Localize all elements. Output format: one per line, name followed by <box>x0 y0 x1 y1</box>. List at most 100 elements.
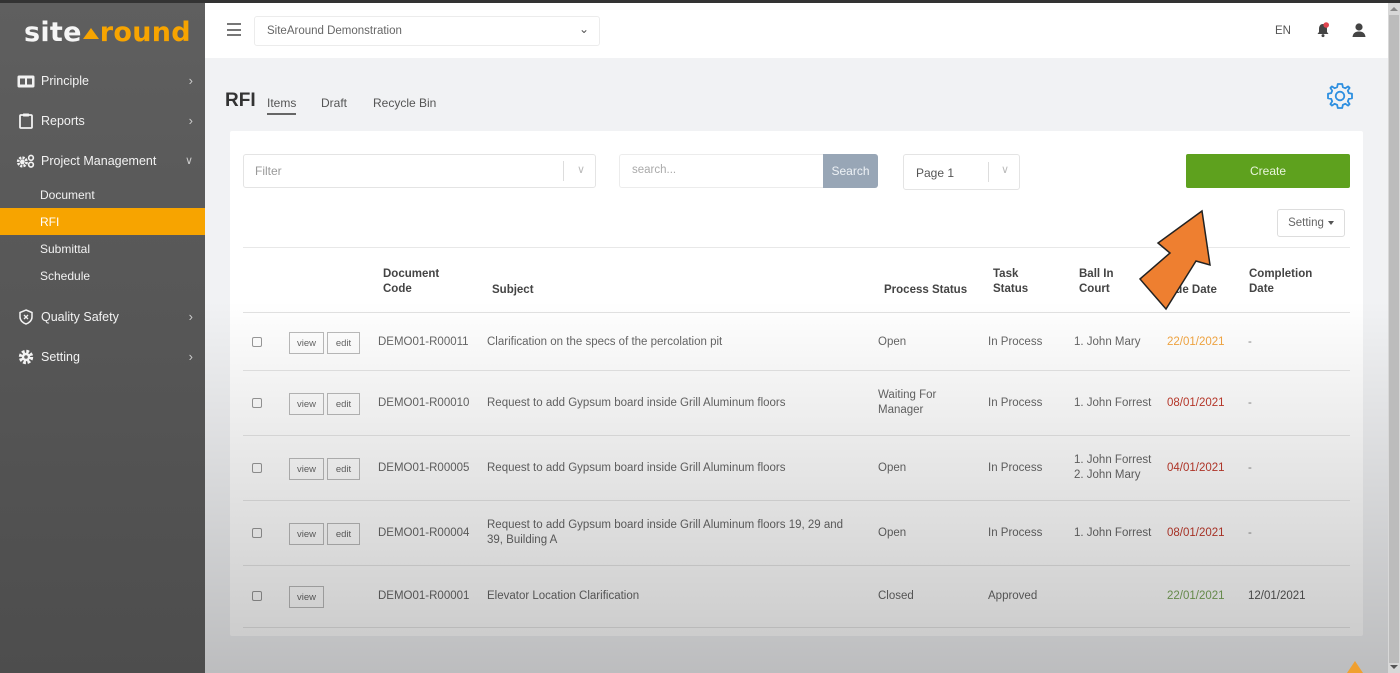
row-checkbox[interactable] <box>252 463 262 473</box>
header-line: Completion <box>1249 268 1313 280</box>
project-select[interactable]: SiteAround Demonstration ⌄ <box>254 16 600 46</box>
due-date: 08/01/2021 <box>1167 397 1225 409</box>
header-line: Status <box>993 283 1029 295</box>
tab-draft[interactable]: Draft <box>321 96 347 110</box>
edit-button[interactable]: edit <box>327 332 360 354</box>
clipboard-icon <box>16 113 36 129</box>
sidebar-nav: Principle › Reports › Project Management… <box>0 61 205 377</box>
chevron-right-icon: › <box>188 349 193 364</box>
sidebar-subitem-rfi[interactable]: RFI <box>0 208 205 235</box>
sidebar-item-principle[interactable]: Principle › <box>0 61 205 101</box>
edit-button[interactable]: edit <box>327 393 360 415</box>
column-header-process-status[interactable]: Process Status <box>884 283 967 298</box>
document-code[interactable]: DEMO01-R00001 <box>378 589 469 604</box>
search-button[interactable]: Search <box>823 154 878 188</box>
sidebar-subitem-document[interactable]: Document <box>0 181 205 208</box>
sidebar-item-setting[interactable]: Setting › <box>0 337 205 377</box>
top-header: SiteAround Demonstration ⌄ EN <box>205 3 1388 58</box>
header-line: Ball In <box>1079 268 1114 280</box>
logo-text-site: site <box>24 17 82 48</box>
create-button[interactable]: Create <box>1186 154 1350 188</box>
row-checkbox[interactable] <box>252 337 262 347</box>
ball-in-court: 1. John Forrest <box>1074 396 1151 411</box>
table-row: view edit DEMO01-R00005 Request to add Gyps… <box>243 436 1350 501</box>
sidebar-item-reports[interactable]: Reports › <box>0 101 205 141</box>
search-input[interactable]: search... <box>619 154 824 188</box>
document-code[interactable]: DEMO01-R00010 <box>378 396 469 411</box>
column-header-due-date[interactable]: Due Date <box>1167 283 1217 298</box>
document-code[interactable]: DEMO01-R00011 <box>378 335 469 350</box>
task-status: In Process <box>988 336 1043 348</box>
subject: Elevator Location Clarification <box>487 590 640 602</box>
chevron-right-icon: › <box>188 309 193 324</box>
sidebar-item-project-management[interactable]: Project Management ∨ <box>0 141 205 181</box>
sidebar-item-label: Project Management <box>41 154 157 168</box>
logo-triangle-icon <box>82 28 99 39</box>
logo-text-round: round <box>99 17 191 48</box>
sidebar-subitem-submittal[interactable]: Submittal <box>0 235 205 262</box>
header-line: Code <box>383 283 412 295</box>
sidebar: site round Principle › Reports › Project … <box>0 3 205 673</box>
completion-date: - <box>1248 462 1252 474</box>
language-selector[interactable]: EN <box>1275 25 1291 37</box>
view-button[interactable]: view <box>289 523 324 545</box>
chevron-down-icon: ∨ <box>184 155 193 167</box>
sidebar-item-label: Reports <box>41 114 85 128</box>
table-row: view edit DEMO01-R00004 Request to add Gyps… <box>243 501 1350 566</box>
chevron-right-icon: › <box>188 73 193 88</box>
sidebar-item-quality-safety[interactable]: Quality Safety › <box>0 297 205 337</box>
gear-icon <box>16 349 36 365</box>
tab-items[interactable]: Items <box>267 96 297 115</box>
filter-select[interactable]: Filter ∨ <box>243 154 596 188</box>
ball-in-court-person: 1. John Forrest <box>1074 527 1152 539</box>
due-date: 04/01/2021 <box>1167 462 1225 474</box>
sidebar-subitem-schedule[interactable]: Schedule <box>0 262 205 289</box>
view-button[interactable]: view <box>289 393 324 415</box>
divider <box>988 162 989 182</box>
scroll-down-icon[interactable] <box>1390 665 1398 669</box>
logo[interactable]: site round <box>24 17 191 48</box>
user-avatar-icon[interactable] <box>1351 22 1367 43</box>
ball-in-court-person: 1. John Mary <box>1074 336 1141 348</box>
view-button[interactable]: view <box>289 458 324 480</box>
ball-in-court-person: 1. John Forrest <box>1074 454 1152 466</box>
page-select[interactable]: Page 1 ∨ <box>903 154 1020 190</box>
ball-in-court: 1. John Forrest <box>1074 526 1151 541</box>
table-row: view DEMO01-R00001 Elevator Location Clari… <box>243 566 1350 628</box>
page-title: RFI <box>225 90 256 111</box>
edit-button[interactable]: edit <box>327 458 360 480</box>
column-header-subject[interactable]: Subject <box>492 283 534 298</box>
header-line: Court <box>1079 283 1110 295</box>
view-button[interactable]: view <box>289 586 324 608</box>
due-date: 22/01/2021 <box>1167 336 1225 348</box>
row-checkbox[interactable] <box>252 591 262 601</box>
edit-button[interactable]: edit <box>327 523 360 545</box>
chevron-down-icon: ⌄ <box>578 22 589 36</box>
row-checkbox[interactable] <box>252 398 262 408</box>
column-header-document-code[interactable]: Document Code <box>383 267 439 297</box>
notification-bell-icon[interactable] <box>1316 22 1330 43</box>
page-settings-gear-icon[interactable] <box>1325 81 1355 116</box>
window-top-border <box>0 0 1400 3</box>
hamburger-menu-icon[interactable] <box>227 23 241 40</box>
scroll-up-icon[interactable] <box>1390 7 1398 11</box>
subject: Request to add Gypsum board inside Grill… <box>487 397 786 409</box>
ball-in-court: 1. John Forrest 2. John Mary <box>1074 453 1151 483</box>
column-header-task-status[interactable]: Task Status <box>993 267 1028 297</box>
document-code[interactable]: DEMO01-R00005 <box>378 461 469 476</box>
tab-recycle-bin[interactable]: Recycle Bin <box>373 96 436 110</box>
subject: Request to add Gypsum board inside Grill… <box>487 519 844 546</box>
ball-in-court-person: 2. John Mary <box>1074 469 1141 481</box>
page-scrollbar[interactable] <box>1388 3 1400 673</box>
table-setting-dropdown[interactable]: Setting <box>1277 209 1345 237</box>
subject: Clarification on the specs of the percol… <box>487 336 723 348</box>
ball-in-court: 1. John Mary <box>1074 335 1140 350</box>
row-checkbox[interactable] <box>252 528 262 538</box>
table-row: view edit DEMO01-R00011 Clarification on th… <box>243 314 1350 371</box>
column-header-completion-date[interactable]: Completion Date <box>1249 267 1312 297</box>
process-status: Closed <box>878 590 914 602</box>
scrollbar-thumb[interactable] <box>1389 15 1399 663</box>
view-button[interactable]: view <box>289 332 324 354</box>
document-code[interactable]: DEMO01-R00004 <box>378 526 469 541</box>
column-header-ball-in-court[interactable]: Ball In Court <box>1079 267 1114 297</box>
